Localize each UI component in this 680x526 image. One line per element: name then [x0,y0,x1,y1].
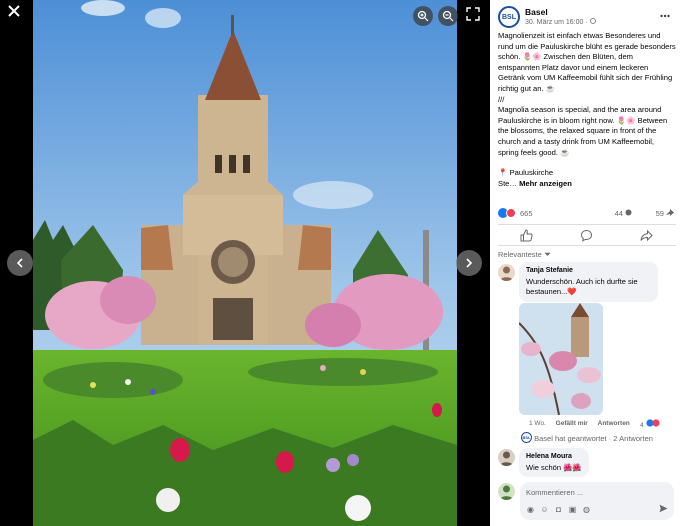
replies-summary[interactable]: BSL Basel hat geantwortet · 2 Antworten [521,432,653,443]
expand-icon [466,7,480,21]
comment-like-link[interactable]: Gefällt mir [556,420,588,427]
truncated-text: Ste… [498,178,520,188]
post-text-english: Magnolia season is special, and the area… [498,105,668,157]
caret-down-icon [544,252,551,256]
close-viewer-button[interactable] [4,2,24,22]
post-side-panel: BSL Basel 30. März um 16:00 · Magnolienz… [490,0,680,526]
zoom-in-button[interactable] [413,6,433,26]
post-text-german: Magnolienzeit ist einfach etwas Besonder… [498,31,676,93]
share-arrow-icon [666,209,674,216]
send-comment-button[interactable] [659,504,668,515]
commenter-name[interactable]: Tanja Stefanie [526,266,651,277]
commenter-name[interactable]: Helena Moura [526,452,582,463]
like-love-reaction-icon [646,419,660,427]
page-avatar[interactable]: BSL [498,6,520,28]
post-header: BSL Basel 30. März um 16:00 · [498,6,674,30]
comment-item: Tanja Stefanie Wunderschön. Auch ich dur… [498,262,676,442]
commenter-avatar[interactable] [498,449,515,466]
comment-time[interactable]: 1 Wo. [529,420,546,427]
share-count[interactable]: 59 [656,209,674,218]
thumbs-up-icon [520,229,533,242]
reply-summary-text: Basel hat geantwortet · 2 Antworten [534,434,653,443]
comment-composer: ◉ ☺ ◘ ▣ ◍ [520,482,674,520]
globe-icon [589,18,596,24]
comment-input[interactable] [526,486,666,498]
post-location: 📍 Pauluskirche [498,168,554,178]
post-text: Magnolienzeit ist einfach etwas Besonder… [498,31,676,189]
zoom-out-icon [442,10,454,22]
comment-reaction-count: 4 [640,422,644,429]
comment-count[interactable]: 44 [615,209,632,218]
post-stats: 665 44 59 [498,208,676,220]
share-icon [640,229,653,242]
post-action-bar [498,224,676,246]
like-button[interactable] [520,229,534,243]
comment-bubble: Helena Moura Wie schön 🌺🌺 [519,448,589,477]
comment-reactions[interactable]: 4 [640,419,660,429]
avatar-sticker-icon[interactable]: ◉ [526,505,535,514]
comment-count-value: 44 [614,209,623,218]
sticker-icon[interactable]: ◍ [582,505,591,514]
close-icon [8,5,20,17]
more-dots-icon [660,14,670,18]
comment-meta: 1 Wo. Gefällt mir Antworten [529,420,638,427]
comment-sort-dropdown[interactable]: Relevanteste [498,250,551,259]
comment-text: Wie schön 🌺🌺 [526,462,582,472]
comment-button[interactable] [580,229,594,243]
post-text-separator: /// [498,94,505,104]
next-photo-button[interactable] [456,250,482,276]
basel-reply-avatar-icon: BSL [521,432,532,443]
comment-bubble: Tanja Stefanie Wunderschön. Auch ich dur… [519,262,658,302]
post-photo[interactable] [33,0,457,526]
church-photo-illustration [33,0,457,526]
post-date-text: 30. März um 16:00 · [525,19,590,26]
comment-bubble-icon [625,209,632,216]
person-avatar-icon [500,451,513,466]
comment-icon [580,229,593,242]
post-date[interactable]: 30. März um 16:00 · [525,18,596,26]
zoom-in-icon [417,10,429,22]
avatar-text: BSL [502,13,516,21]
magnolia-photo-illustration [519,303,603,415]
current-user-avatar[interactable] [498,483,515,500]
share-button[interactable] [640,229,654,243]
comment-item: Helena Moura Wie schön 🌺🌺 [498,448,676,477]
see-more-link[interactable]: Mehr anzeigen [519,179,572,188]
composer-tools: ◉ ☺ ◘ ▣ ◍ [526,505,656,515]
love-reaction-icon [506,208,516,218]
share-count-value: 59 [655,209,664,218]
reaction-count[interactable]: 665 [520,209,533,218]
zoom-out-button[interactable] [438,6,458,26]
fullscreen-button[interactable] [466,7,482,23]
comment-text: Wunderschön. Auch ich durfte sie bestaun… [526,276,638,297]
emoji-icon[interactable]: ☺ [540,505,549,514]
post-truncated-line: Ste… Mehr anzeigen [498,179,676,190]
person-avatar-icon [500,266,513,281]
svg-text:BSL: BSL [523,435,532,440]
commenter-avatar[interactable] [498,264,515,281]
page-name[interactable]: Basel [525,7,548,17]
send-icon [659,504,668,513]
chevron-left-icon [16,258,23,268]
previous-photo-button[interactable] [7,250,33,276]
comment-photo[interactable] [519,303,603,415]
comment-reply-link[interactable]: Antworten [598,420,630,427]
sort-label: Relevanteste [498,250,542,259]
person-avatar-icon [500,485,513,500]
camera-icon[interactable]: ◘ [554,505,563,514]
gif-icon[interactable]: ▣ [568,505,577,514]
more-options-button[interactable] [660,9,670,21]
photo-viewer [0,0,490,526]
chevron-right-icon [466,258,473,268]
